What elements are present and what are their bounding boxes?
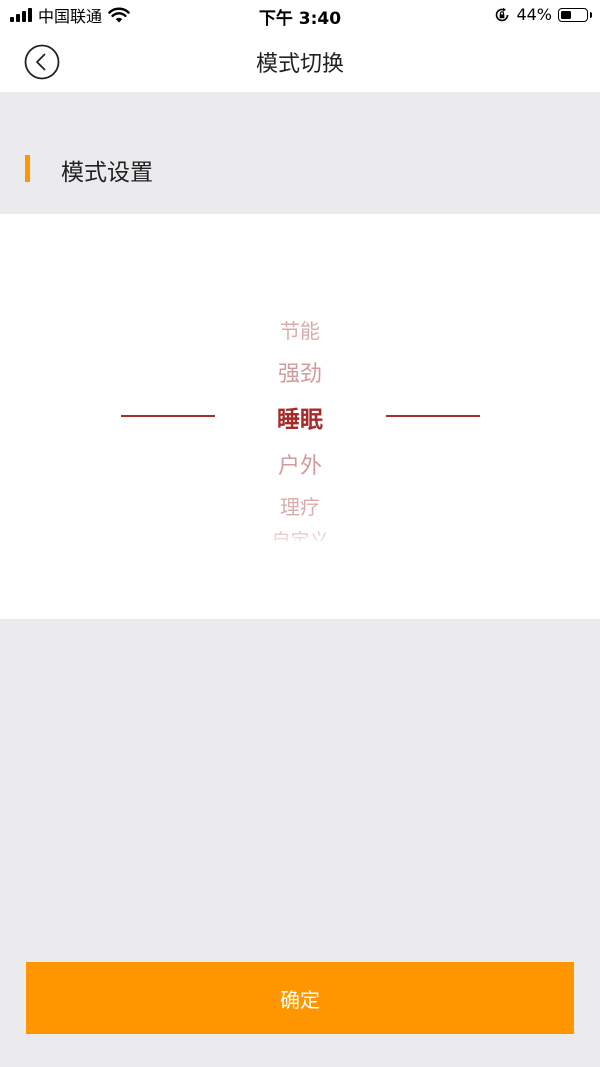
confirm-button[interactable]: 确定	[26, 962, 574, 1034]
picker-option-therapy[interactable]: 理疗	[200, 491, 400, 520]
status-bar: 中国联通 下午 3:40 44%	[0, 0, 600, 32]
picker-option-outdoor[interactable]: 户外	[200, 448, 400, 480]
picker-option-custom[interactable]: 自定义	[200, 526, 400, 553]
nav-bar: 模式切换	[0, 32, 600, 92]
battery-fill	[561, 10, 571, 19]
picker-option-powerful[interactable]: 强劲	[200, 356, 400, 388]
page-title: 模式切换	[255, 52, 344, 77]
picker-option-sleep[interactable]: 睡眠	[200, 400, 400, 434]
section-title: 模式设置	[61, 160, 153, 186]
status-right: 44%	[494, 5, 592, 24]
battery-percent: 44%	[516, 5, 552, 24]
picker-option-energy-saving[interactable]: 节能	[200, 315, 400, 344]
section-header: 模式设置	[0, 140, 600, 196]
section-accent-bar	[25, 155, 30, 182]
mode-picker[interactable]: 节能 强劲 睡眠 户外 理疗 自定义	[0, 214, 600, 619]
orientation-lock-icon	[496, 7, 509, 21]
battery-icon	[558, 7, 592, 22]
picker-indicator-right	[386, 415, 480, 417]
